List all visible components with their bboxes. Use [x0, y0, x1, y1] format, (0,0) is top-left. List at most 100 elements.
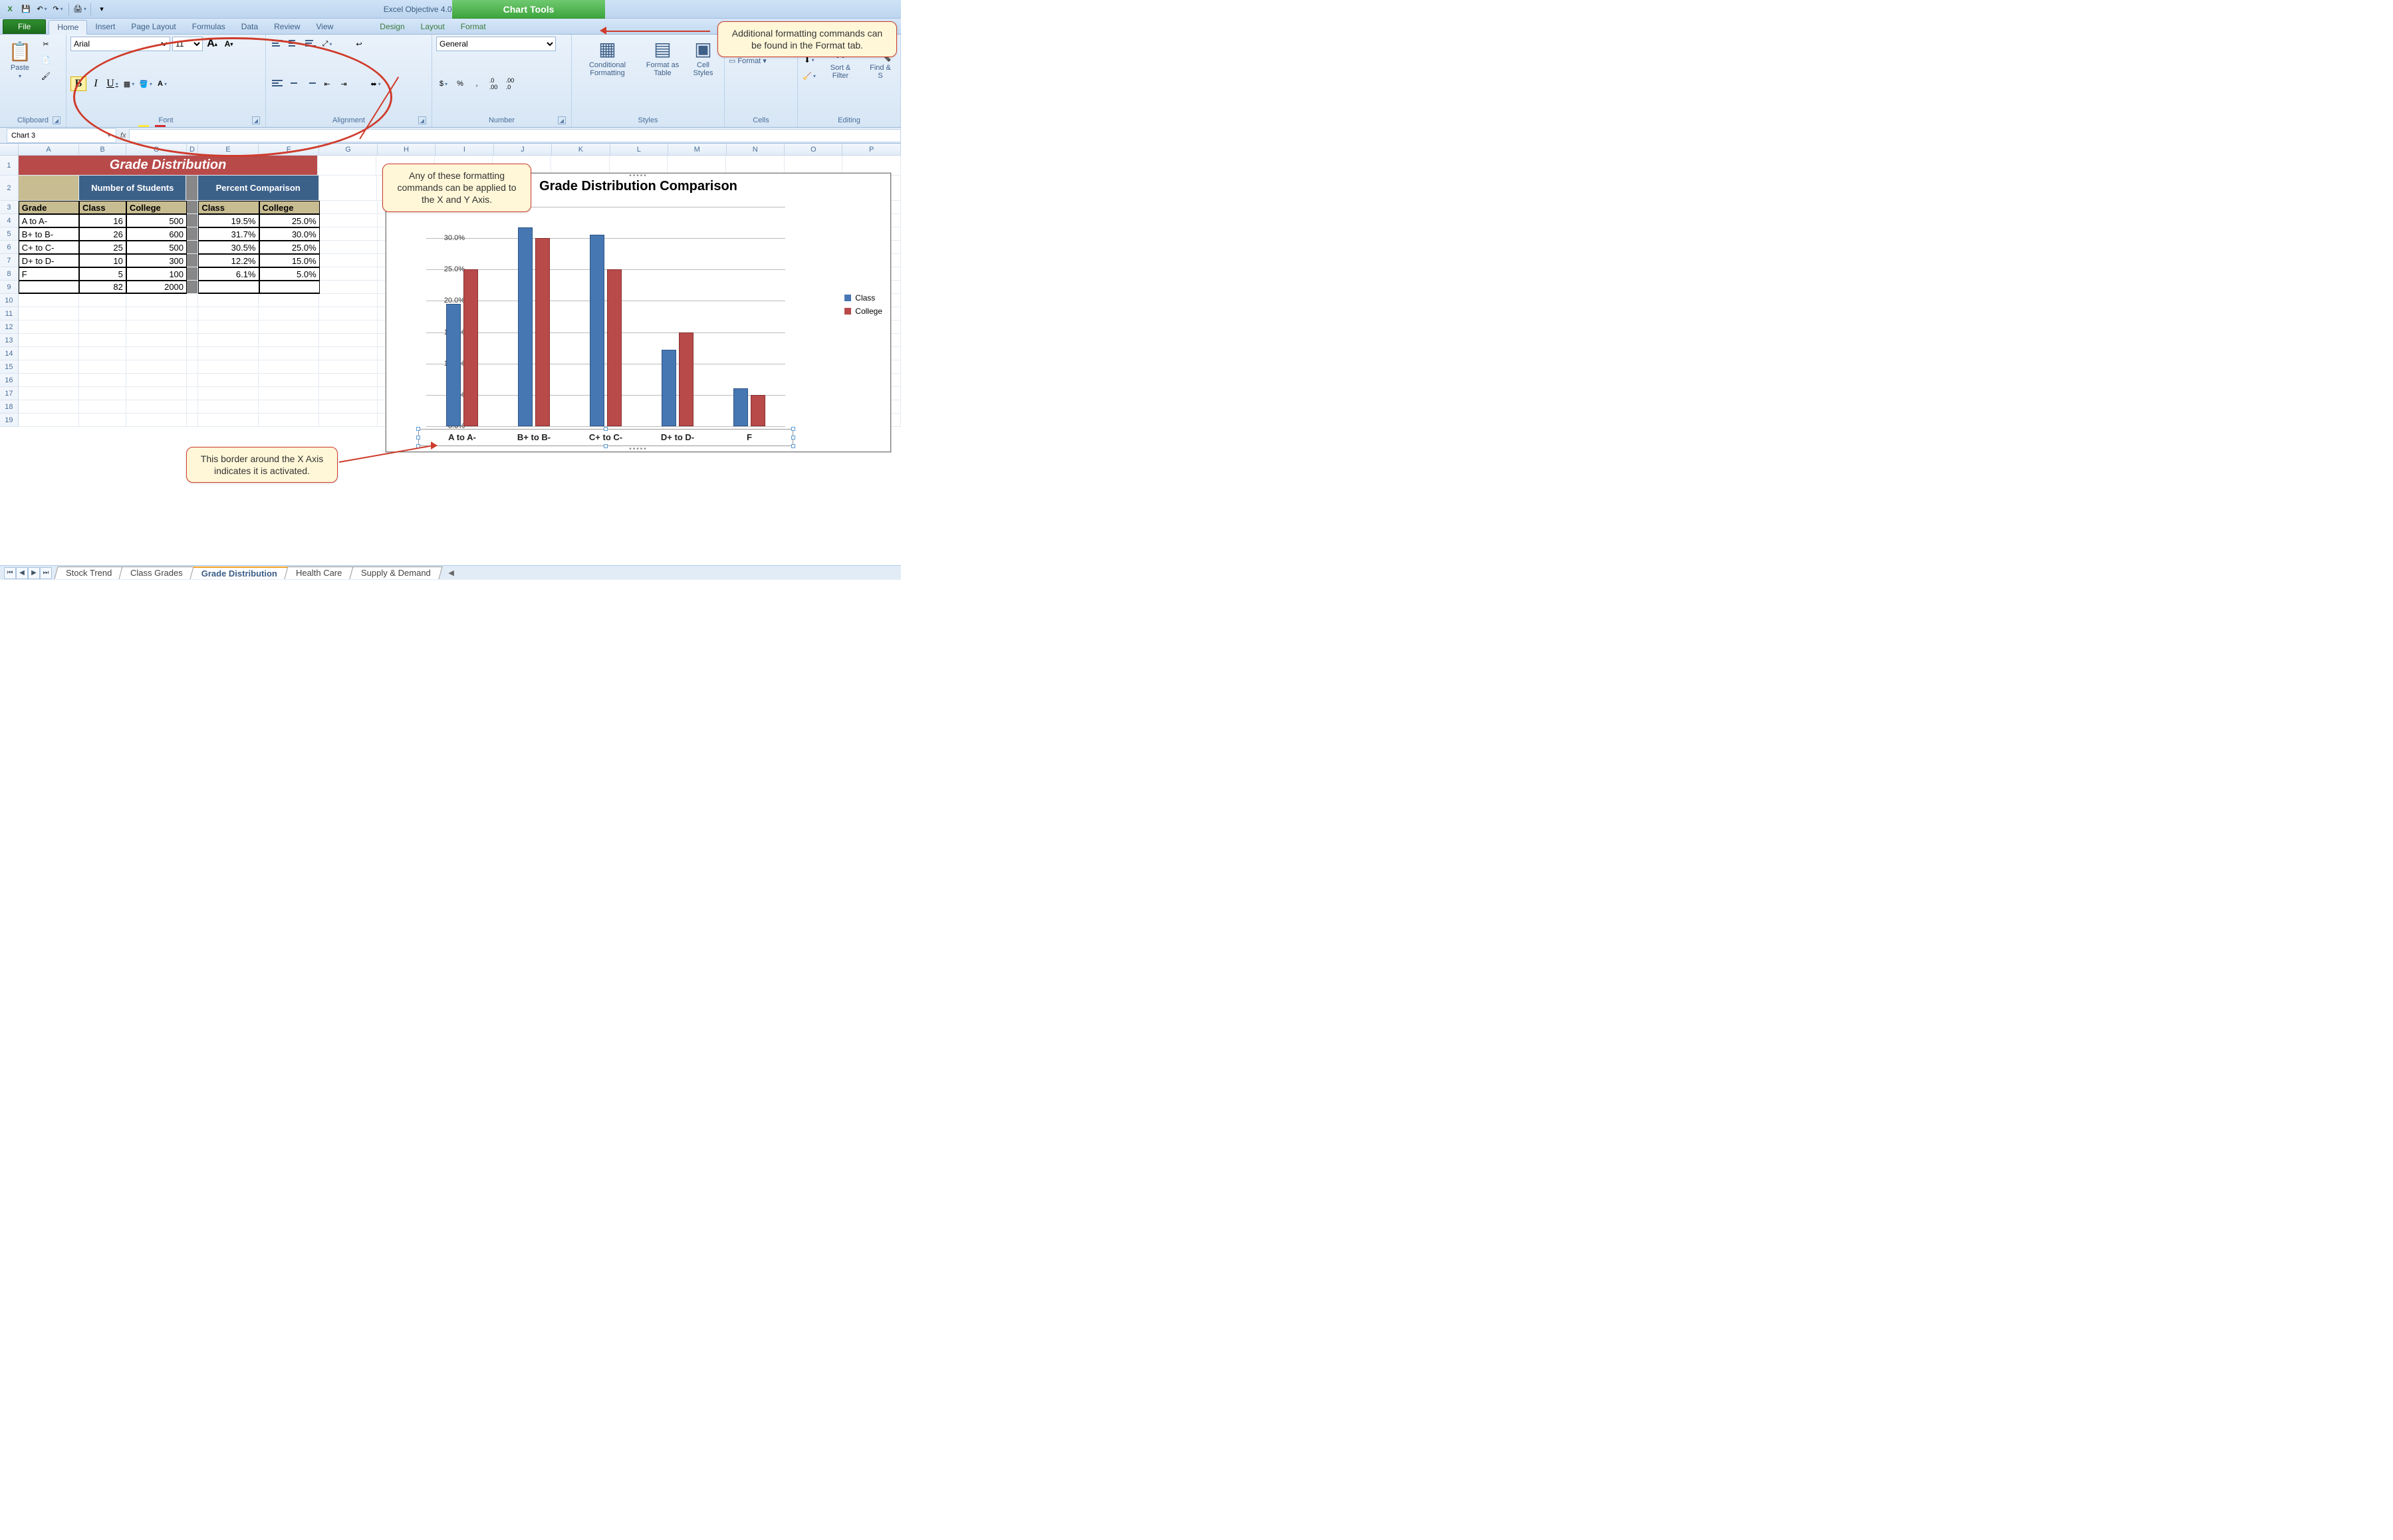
row-header[interactable]: 4: [0, 214, 19, 227]
cell[interactable]: [19, 334, 79, 347]
cell[interactable]: [19, 176, 79, 201]
row-header[interactable]: 6: [0, 241, 19, 254]
cell[interactable]: College: [126, 201, 187, 214]
row-header[interactable]: 10: [0, 294, 19, 307]
align-right-button[interactable]: [303, 76, 318, 91]
cell[interactable]: [259, 387, 319, 400]
clear-button[interactable]: 🧹: [802, 68, 817, 83]
bar-college[interactable]: [679, 332, 693, 426]
cell[interactable]: [187, 281, 198, 294]
column-header[interactable]: A: [19, 144, 79, 155]
save-button[interactable]: 💾: [19, 2, 33, 17]
cell[interactable]: 31.7%: [198, 227, 259, 241]
cell[interactable]: [126, 347, 187, 360]
orientation-button[interactable]: ⤢: [320, 37, 334, 51]
comma-button[interactable]: ,: [469, 76, 484, 91]
cell[interactable]: [319, 347, 377, 360]
cell[interactable]: 500: [126, 241, 187, 254]
cell[interactable]: [187, 334, 198, 347]
cell[interactable]: [198, 281, 259, 294]
sheet-tab[interactable]: Stock Trend: [54, 567, 123, 579]
cell[interactable]: [187, 374, 198, 387]
cell[interactable]: 6.1%: [198, 267, 259, 281]
cell[interactable]: [259, 307, 319, 321]
plot-area[interactable]: 0.0%5.0%10.0%15.0%20.0%25.0%30.0%35.0%: [426, 207, 785, 426]
cell[interactable]: [198, 400, 259, 414]
cell[interactable]: [187, 214, 198, 227]
cell[interactable]: Grade: [19, 201, 79, 214]
cell[interactable]: 12.2%: [198, 254, 259, 267]
row-header[interactable]: 14: [0, 347, 19, 360]
cell[interactable]: Percent Comparison: [198, 176, 319, 201]
cell[interactable]: [320, 214, 378, 227]
row-header[interactable]: 16: [0, 374, 19, 387]
legend-item[interactable]: Class: [844, 293, 882, 303]
clipboard-launcher-icon[interactable]: ◢: [53, 116, 61, 124]
font-launcher-icon[interactable]: ◢: [252, 116, 260, 124]
font-size-select[interactable]: 11: [172, 37, 203, 51]
row-header[interactable]: 12: [0, 321, 19, 334]
cell[interactable]: [319, 360, 377, 374]
column-header[interactable]: D: [187, 144, 198, 155]
column-header[interactable]: F: [259, 144, 319, 155]
excel-icon[interactable]: X: [3, 2, 17, 17]
middle-align-button[interactable]: [287, 37, 301, 51]
cell[interactable]: 82: [79, 281, 126, 294]
alignment-launcher-icon[interactable]: ◢: [418, 116, 426, 124]
cell[interactable]: [126, 334, 187, 347]
cell[interactable]: [320, 241, 378, 254]
cell[interactable]: [79, 414, 126, 427]
cell[interactable]: [187, 321, 198, 334]
cell[interactable]: [126, 321, 187, 334]
paste-button[interactable]: 📋 Paste ▾: [4, 37, 36, 83]
cell[interactable]: [318, 156, 376, 176]
cell[interactable]: [259, 321, 319, 334]
number-format-select[interactable]: General: [436, 37, 556, 51]
column-header[interactable]: E: [198, 144, 259, 155]
cell[interactable]: [79, 360, 126, 374]
cell[interactable]: [198, 360, 259, 374]
redo-button[interactable]: ↷: [51, 2, 65, 17]
cell[interactable]: 26: [79, 227, 126, 241]
bar-class[interactable]: [662, 350, 676, 426]
sheet-tab[interactable]: Grade Distribution: [190, 567, 289, 579]
cell[interactable]: [187, 347, 198, 360]
row-header[interactable]: 5: [0, 227, 19, 241]
top-align-button[interactable]: [270, 37, 285, 51]
cell[interactable]: [187, 254, 198, 267]
cell[interactable]: [187, 387, 198, 400]
tab-review[interactable]: Review: [266, 19, 308, 34]
column-header[interactable]: P: [842, 144, 900, 155]
cell[interactable]: [126, 294, 187, 307]
sheet-tab[interactable]: Supply & Demand: [349, 567, 442, 579]
cell[interactable]: D+ to D-: [19, 254, 79, 267]
format-as-table-button[interactable]: ▤Format as Table: [639, 37, 686, 78]
cell[interactable]: [187, 294, 198, 307]
tab-formulas[interactable]: Formulas: [184, 19, 233, 34]
tab-design[interactable]: Design: [372, 19, 412, 34]
cell[interactable]: [19, 281, 79, 294]
cell[interactable]: 300: [126, 254, 187, 267]
cell[interactable]: [126, 400, 187, 414]
cell[interactable]: [79, 321, 126, 334]
column-header[interactable]: H: [378, 144, 436, 155]
row-header[interactable]: 15: [0, 360, 19, 374]
quick-print-button[interactable]: 🖨: [72, 2, 87, 17]
decrease-indent-button[interactable]: ⇤: [320, 76, 334, 91]
cell[interactable]: Number of Students: [79, 176, 186, 201]
tab-view[interactable]: View: [309, 19, 342, 34]
cell[interactable]: [259, 414, 319, 427]
cell[interactable]: [198, 347, 259, 360]
bar-class[interactable]: [733, 388, 748, 427]
cell[interactable]: 15.0%: [259, 254, 320, 267]
font-color-button[interactable]: A: [155, 76, 170, 91]
cell[interactable]: [198, 294, 259, 307]
cell[interactable]: 25: [79, 241, 126, 254]
cell[interactable]: [19, 400, 79, 414]
cell[interactable]: 5.0%: [259, 267, 320, 281]
copy-button[interactable]: 📄: [39, 53, 53, 67]
bar-college[interactable]: [607, 269, 622, 426]
cell[interactable]: [79, 294, 126, 307]
cell[interactable]: C+ to C-: [19, 241, 79, 254]
cell[interactable]: [259, 374, 319, 387]
